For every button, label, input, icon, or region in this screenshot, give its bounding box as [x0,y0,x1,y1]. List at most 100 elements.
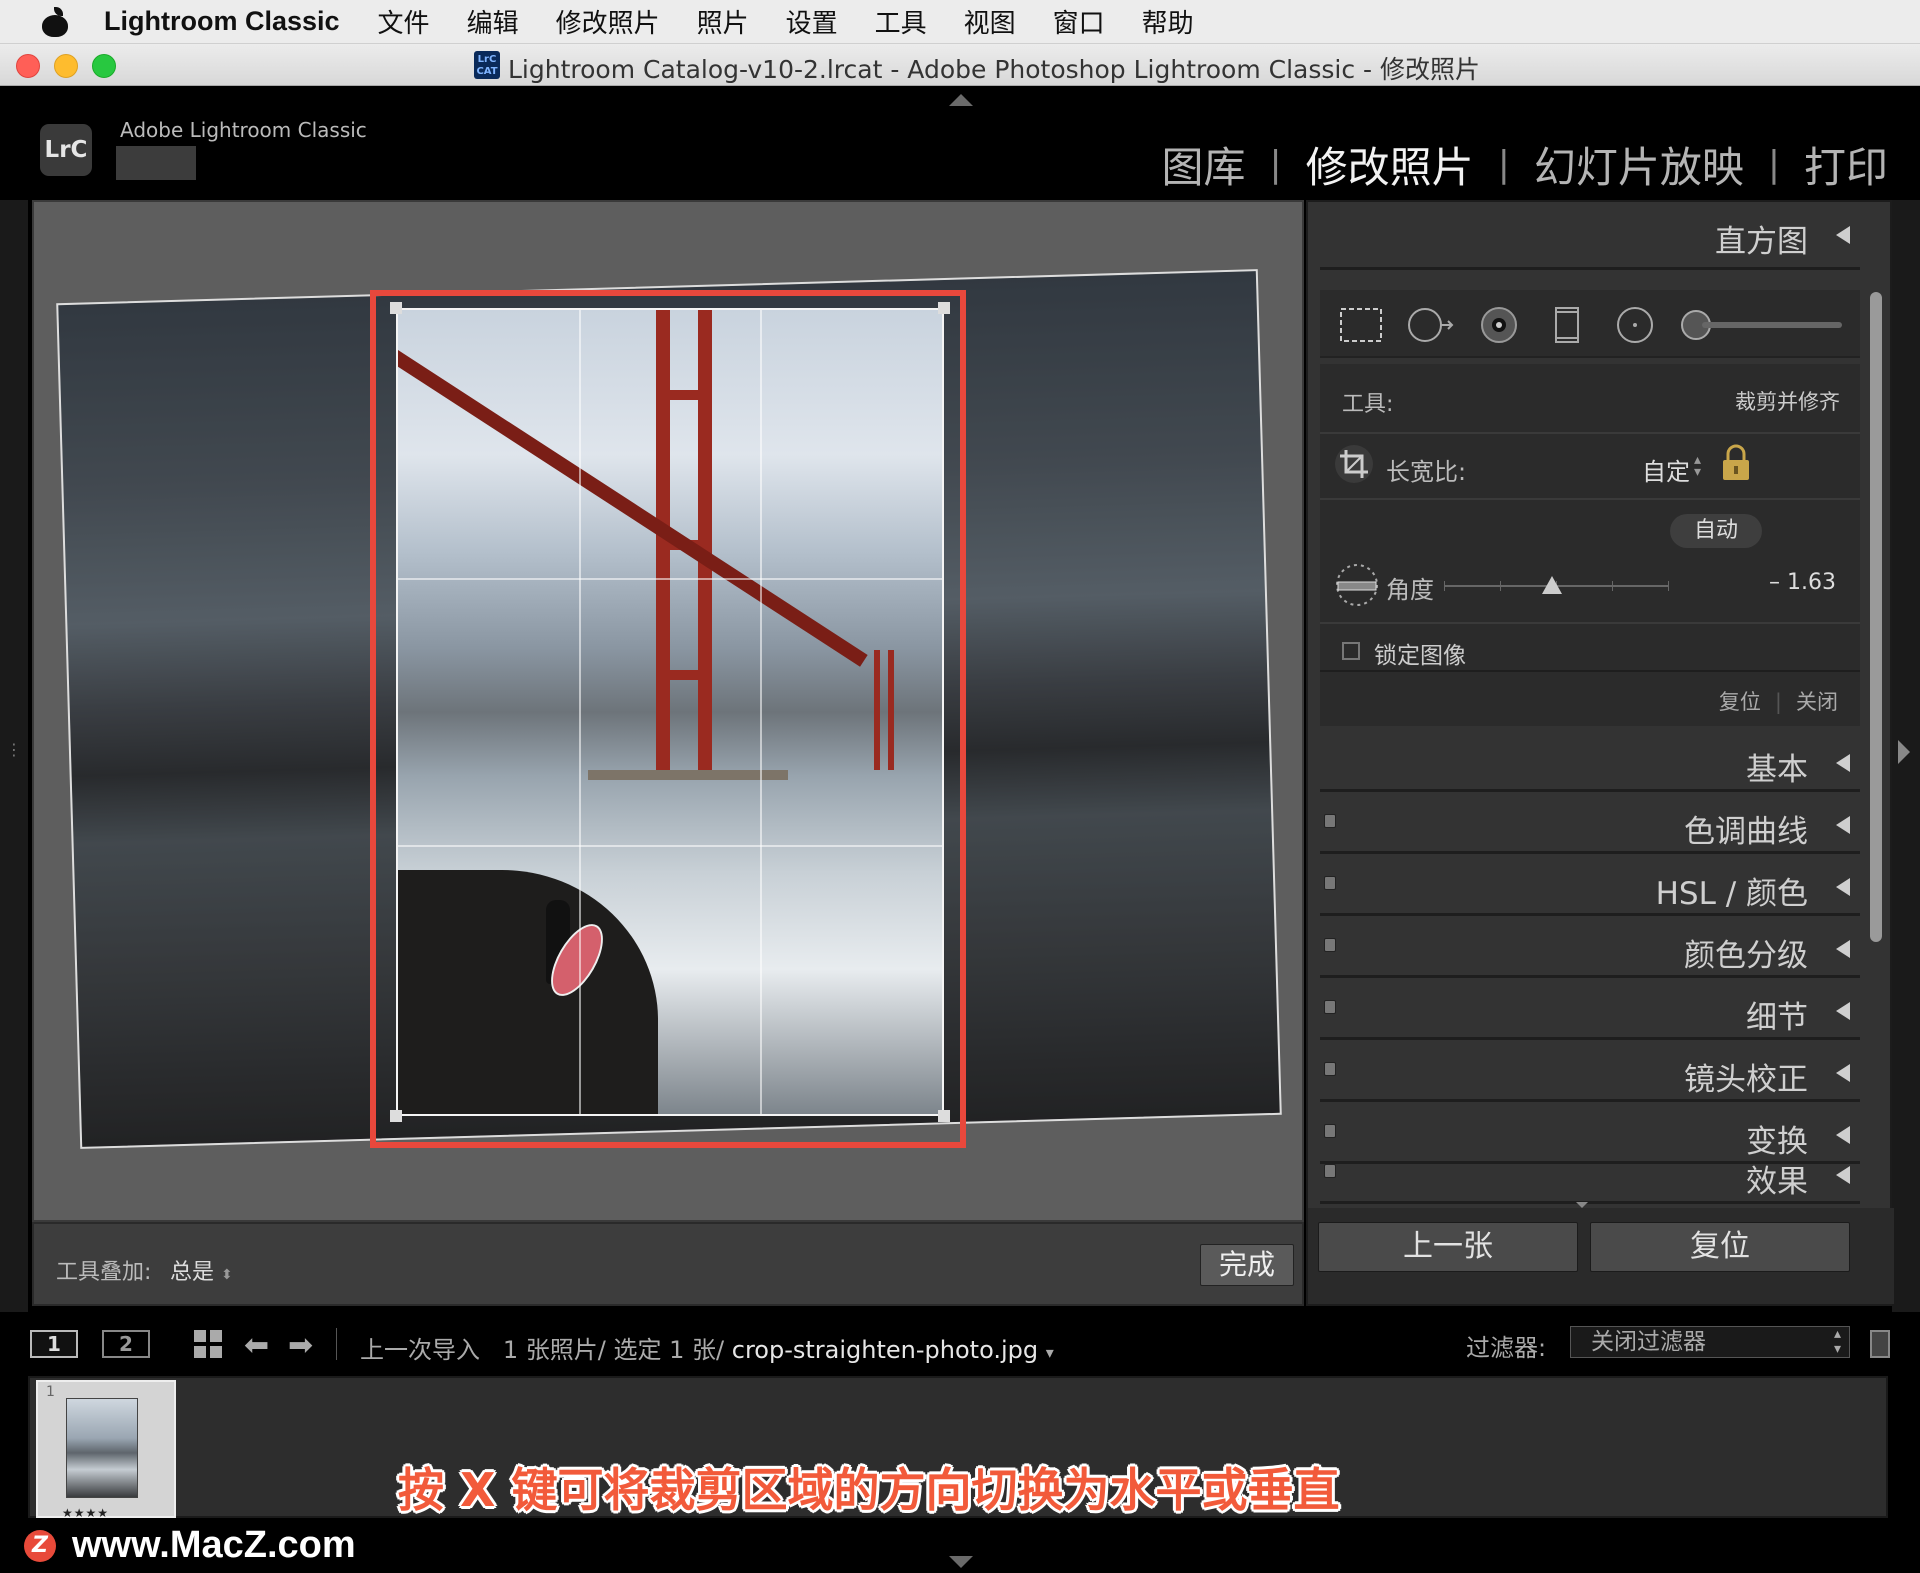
panel-color-grading-label: 颜色分级 [1684,938,1808,974]
filter-select[interactable]: 关闭过滤器 ▴ ▾ [1570,1326,1850,1358]
panel-hsl[interactable]: HSL / 颜色 [1320,856,1860,916]
straighten-tool-icon[interactable] [1334,562,1380,608]
auto-straighten-button[interactable]: 自动 [1670,514,1762,548]
aspect-ratio-select[interactable]: 自定 [1642,452,1690,487]
panel-detail-label: 细节 [1746,1000,1808,1036]
menu-view[interactable]: 视图 [964,3,1016,40]
tutorial-caption: 按 X 键可将裁剪区域的方向切换为水平或垂直 [398,1463,1340,1517]
thumbnail-image [66,1398,138,1498]
collapse-right-panel-icon[interactable] [1898,740,1910,764]
module-develop[interactable]: 修改照片 [1306,134,1474,195]
module-slideshow[interactable]: 幻灯片放映 [1534,134,1744,195]
menu-develop[interactable]: 修改照片 [556,3,660,40]
filter-lock-icon[interactable] [1870,1330,1890,1358]
menu-photo[interactable]: 照片 [697,3,749,40]
menu-settings[interactable]: 设置 [786,3,838,40]
panel-basic-label: 基本 [1746,752,1808,788]
module-library[interactable]: 图库 [1162,134,1246,195]
lock-image-checkbox[interactable] [1342,642,1360,660]
crumb-source[interactable]: 上一次导入 [360,1336,480,1364]
menu-file[interactable]: 文件 [378,3,430,40]
menu-tools[interactable]: 工具 [875,3,927,40]
thumbnail-index: 1 [46,1384,55,1400]
panel-scrollbar[interactable] [1870,292,1882,942]
panel-collapse-icon [1836,1126,1850,1144]
panel-histogram-label: 直方图 [1715,224,1808,260]
module-print[interactable]: 打印 [1804,134,1888,195]
panel-toggle-switch[interactable] [1324,1124,1336,1138]
spot-removal-icon[interactable] [1406,306,1454,344]
previous-button[interactable]: 上一张 [1318,1222,1578,1272]
forward-arrow-icon[interactable]: ➡ [288,1328,313,1363]
reset-button[interactable]: 复位 [1590,1222,1850,1272]
primary-window-button[interactable]: 1 [30,1330,78,1358]
right-panel-footer: 上一张 复位 [1308,1208,1894,1304]
window-title: Lightroom Catalog-v10-2.lrcat - Adobe Ph… [508,55,1481,84]
menu-edit[interactable]: 编辑 [467,3,519,40]
crumb-filename[interactable]: crop-straighten-photo.jpg [732,1336,1038,1364]
module-picker: 图库 | 修改照片 | 幻灯片放映 | 打印 [1162,134,1888,195]
slider-tick [1612,581,1613,591]
filmstrip-thumbnail[interactable]: 1 ★★★★ [36,1380,176,1520]
lock-icon[interactable] [1720,444,1752,482]
lock-image-label: 锁定图像 [1374,643,1466,669]
panel-collapse-icon [1836,878,1850,896]
app-menu[interactable]: Lightroom Classic [104,6,340,37]
panel-toggle-switch[interactable] [1324,814,1336,828]
panel-collapse-icon [1836,754,1850,772]
collapse-top-panel-icon[interactable] [949,94,973,106]
tool-overlay-select[interactable]: 总是 ⬍ [170,1254,233,1286]
panel-collapse-icon [1836,1002,1850,1020]
crop-footer: 复位 | 关闭 [1719,686,1838,716]
panel-histogram[interactable]: 直方图 [1320,204,1860,270]
done-button[interactable]: 完成 [1200,1244,1294,1286]
panel-lens-corrections[interactable]: 镜头校正 [1320,1042,1860,1102]
slider-tick [1500,581,1501,591]
panel-toggle-switch[interactable] [1324,1000,1336,1014]
crop-reset-button[interactable]: 复位 [1719,690,1761,714]
panel-tone-curve[interactable]: 色调曲线 [1320,794,1860,854]
tutorial-highlight-box [370,290,966,1148]
window-minimize-button[interactable] [54,54,78,78]
panel-toggle-switch[interactable] [1324,1062,1336,1076]
panel-basic[interactable]: 基本 [1320,732,1860,792]
filmstrip-toolbar: 1 2 ⬅ ➡ 上一次导入 1 张照片/ 选定 1 张/ crop-straig… [0,1316,1920,1372]
adjustment-brush-icon[interactable] [1678,306,1848,344]
crop-overlay-icon[interactable] [1338,306,1384,344]
crop-tool-value: 裁剪并修齐 [1735,390,1840,414]
crop-tool-label: 工具: [1342,392,1394,417]
radial-filter-icon[interactable] [1612,306,1658,344]
window-close-button[interactable] [16,54,40,78]
panel-toggle-switch[interactable] [1324,938,1336,952]
red-eye-icon[interactable] [1476,306,1522,344]
panel-toggle-switch[interactable] [1324,876,1336,890]
back-arrow-icon[interactable]: ⬅ [244,1328,269,1363]
angle-value[interactable]: – 1.63 [1769,570,1836,595]
graduated-filter-icon[interactable] [1544,306,1590,344]
panel-collapse-icon [1836,940,1850,958]
filmstrip-breadcrumb[interactable]: 上一次导入 1 张照片/ 选定 1 张/ crop-straighten-pho… [360,1330,1054,1365]
menu-help[interactable]: 帮助 [1142,3,1194,40]
window-zoom-button[interactable] [92,54,116,78]
chevron-down-icon[interactable]: ▾ [1046,1343,1054,1362]
panel-color-grading[interactable]: 颜色分级 [1320,918,1860,978]
angle-slider-thumb[interactable] [1542,576,1562,594]
catalog-file-icon: LrC CAT [474,51,500,79]
chevron-updown-icon: ▴ ▾ [1833,1326,1841,1357]
crop-frame-tool-icon[interactable] [1334,444,1374,484]
panel-effects[interactable]: 效果 [1320,1144,1860,1204]
grid-view-icon[interactable] [194,1330,222,1358]
secondary-window-button[interactable]: 2 [102,1330,150,1358]
apple-menu-icon[interactable] [38,6,74,37]
expand-left-panel-icon[interactable]: ⋮ [6,740,22,759]
panel-toggle-switch[interactable] [1324,1164,1336,1178]
module-separator: | [1767,144,1780,185]
collapse-filmstrip-icon[interactable] [949,1556,973,1568]
menu-window[interactable]: 窗口 [1053,3,1105,40]
crumb-count: 1 张照片/ 选定 1 张/ [502,1336,725,1364]
crop-close-button[interactable]: 关闭 [1796,690,1838,714]
panel-collapse-icon [1836,1064,1850,1082]
menu-bar: Lightroom Classic 文件 编辑 修改照片 照片 设置 工具 视图… [0,0,1920,44]
product-name: Adobe Lightroom Classic [120,118,367,142]
panel-detail[interactable]: 细节 [1320,980,1860,1040]
